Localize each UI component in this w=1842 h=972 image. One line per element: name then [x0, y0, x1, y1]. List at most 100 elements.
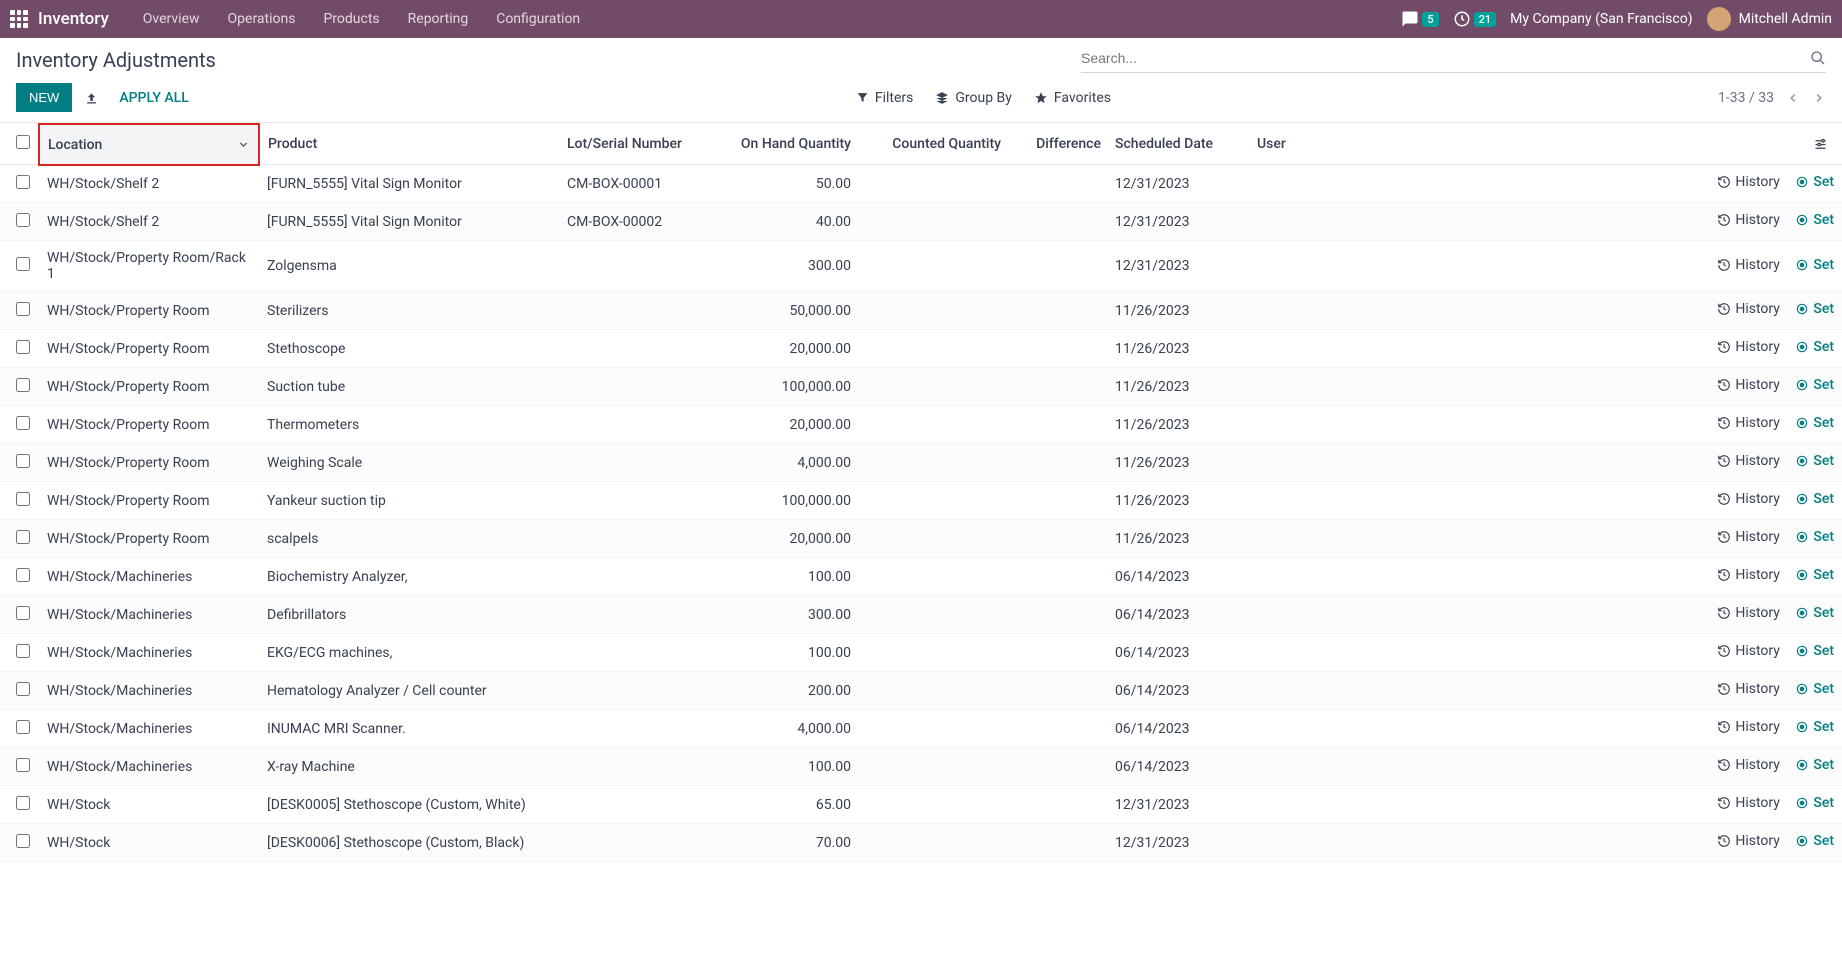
cell-scheduled[interactable]: 12/31/2023 — [1109, 824, 1249, 862]
history-button[interactable]: History — [1717, 529, 1780, 545]
nav-overview[interactable]: Overview — [129, 11, 214, 27]
row-checkbox[interactable] — [16, 340, 30, 354]
cell-onhand[interactable]: 40.00 — [729, 203, 859, 241]
set-button[interactable]: Set — [1795, 567, 1834, 583]
history-button[interactable]: History — [1717, 833, 1780, 849]
cell-product[interactable]: Weighing Scale — [259, 444, 559, 482]
table-row[interactable]: WH/Stock [DESK0005] Stethoscope (Custom,… — [0, 786, 1842, 824]
cell-lot[interactable] — [559, 558, 729, 596]
cell-onhand[interactable]: 50,000.00 — [729, 292, 859, 330]
cell-counted[interactable] — [859, 482, 1009, 520]
set-button[interactable]: Set — [1795, 212, 1834, 228]
cell-user[interactable] — [1249, 241, 1329, 292]
cell-product[interactable]: EKG/ECG machines, — [259, 634, 559, 672]
cell-onhand[interactable]: 20,000.00 — [729, 520, 859, 558]
cell-scheduled[interactable]: 11/26/2023 — [1109, 482, 1249, 520]
cell-user[interactable] — [1249, 558, 1329, 596]
cell-scheduled[interactable]: 06/14/2023 — [1109, 672, 1249, 710]
cell-onhand[interactable]: 4,000.00 — [729, 444, 859, 482]
cell-product[interactable]: [DESK0006] Stethoscope (Custom, Black) — [259, 824, 559, 862]
col-difference[interactable]: Difference — [1009, 124, 1109, 165]
set-button[interactable]: Set — [1795, 453, 1834, 469]
history-button[interactable]: History — [1717, 491, 1780, 507]
pager-text[interactable]: 1-33 / 33 — [1718, 90, 1774, 106]
history-button[interactable]: History — [1717, 567, 1780, 583]
history-button[interactable]: History — [1717, 377, 1780, 393]
cell-lot[interactable] — [559, 330, 729, 368]
row-checkbox[interactable] — [16, 834, 30, 848]
cell-scheduled[interactable]: 12/31/2023 — [1109, 165, 1249, 203]
cell-user[interactable] — [1249, 634, 1329, 672]
set-button[interactable]: Set — [1795, 339, 1834, 355]
set-button[interactable]: Set — [1795, 643, 1834, 659]
cell-onhand[interactable]: 300.00 — [729, 596, 859, 634]
activities-button[interactable]: 21 — [1453, 10, 1497, 28]
cell-lot[interactable] — [559, 634, 729, 672]
cell-location[interactable]: WH/Stock/Property Room — [39, 444, 259, 482]
cell-onhand[interactable]: 100.00 — [729, 748, 859, 786]
table-row[interactable]: WH/Stock/Machineries Defibrillators 300.… — [0, 596, 1842, 634]
cell-onhand[interactable]: 4,000.00 — [729, 710, 859, 748]
cell-onhand[interactable]: 100.00 — [729, 634, 859, 672]
set-button[interactable]: Set — [1795, 757, 1834, 773]
set-button[interactable]: Set — [1795, 605, 1834, 621]
cell-location[interactable]: WH/Stock/Machineries — [39, 596, 259, 634]
user-menu[interactable]: Mitchell Admin — [1707, 7, 1832, 31]
cell-lot[interactable] — [559, 672, 729, 710]
row-checkbox[interactable] — [16, 644, 30, 658]
col-onhand[interactable]: On Hand Quantity — [729, 124, 859, 165]
row-checkbox[interactable] — [16, 568, 30, 582]
cell-counted[interactable] — [859, 748, 1009, 786]
cell-difference[interactable] — [1009, 520, 1109, 558]
cell-difference[interactable] — [1009, 292, 1109, 330]
col-lot[interactable]: Lot/Serial Number — [559, 124, 729, 165]
set-button[interactable]: Set — [1795, 174, 1834, 190]
cell-difference[interactable] — [1009, 786, 1109, 824]
cell-difference[interactable] — [1009, 710, 1109, 748]
cell-user[interactable] — [1249, 710, 1329, 748]
history-button[interactable]: History — [1717, 795, 1780, 811]
cell-difference[interactable] — [1009, 634, 1109, 672]
upload-button[interactable] — [84, 89, 99, 107]
cell-product[interactable]: Defibrillators — [259, 596, 559, 634]
cell-counted[interactable] — [859, 672, 1009, 710]
cell-onhand[interactable]: 200.00 — [729, 672, 859, 710]
cell-lot[interactable] — [559, 710, 729, 748]
cell-location[interactable]: WH/Stock/Property Room — [39, 330, 259, 368]
nav-configuration[interactable]: Configuration — [482, 11, 594, 27]
cell-counted[interactable] — [859, 596, 1009, 634]
row-checkbox[interactable] — [16, 796, 30, 810]
filters-button[interactable]: Filters — [856, 90, 914, 106]
table-row[interactable]: WH/Stock [DESK0006] Stethoscope (Custom,… — [0, 824, 1842, 862]
cell-counted[interactable] — [859, 634, 1009, 672]
cell-counted[interactable] — [859, 786, 1009, 824]
cell-scheduled[interactable]: 12/31/2023 — [1109, 203, 1249, 241]
set-button[interactable]: Set — [1795, 257, 1834, 273]
cell-onhand[interactable]: 100,000.00 — [729, 368, 859, 406]
app-name[interactable]: Inventory — [38, 9, 109, 29]
history-button[interactable]: History — [1717, 415, 1780, 431]
cell-product[interactable]: Thermometers — [259, 406, 559, 444]
cell-product[interactable]: [FURN_5555] Vital Sign Monitor — [259, 165, 559, 203]
cell-product[interactable]: scalpels — [259, 520, 559, 558]
table-row[interactable]: WH/Stock/Property Room/Rack 1 Zolgensma … — [0, 241, 1842, 292]
set-button[interactable]: Set — [1795, 833, 1834, 849]
cell-product[interactable]: Yankeur suction tip — [259, 482, 559, 520]
history-button[interactable]: History — [1717, 453, 1780, 469]
cell-difference[interactable] — [1009, 824, 1109, 862]
col-user[interactable]: User — [1249, 124, 1329, 165]
apply-all-button[interactable]: APPLY ALL — [119, 90, 188, 106]
cell-scheduled[interactable]: 11/26/2023 — [1109, 330, 1249, 368]
cell-onhand[interactable]: 300.00 — [729, 241, 859, 292]
col-settings[interactable] — [1805, 124, 1842, 165]
col-counted[interactable]: Counted Quantity — [859, 124, 1009, 165]
apps-icon[interactable] — [10, 10, 28, 28]
cell-difference[interactable] — [1009, 672, 1109, 710]
cell-user[interactable] — [1249, 444, 1329, 482]
cell-difference[interactable] — [1009, 406, 1109, 444]
cell-difference[interactable] — [1009, 444, 1109, 482]
history-button[interactable]: History — [1717, 681, 1780, 697]
search-icon[interactable] — [1810, 50, 1826, 66]
company-selector[interactable]: My Company (San Francisco) — [1510, 11, 1692, 27]
search-input[interactable] — [1081, 50, 1810, 66]
